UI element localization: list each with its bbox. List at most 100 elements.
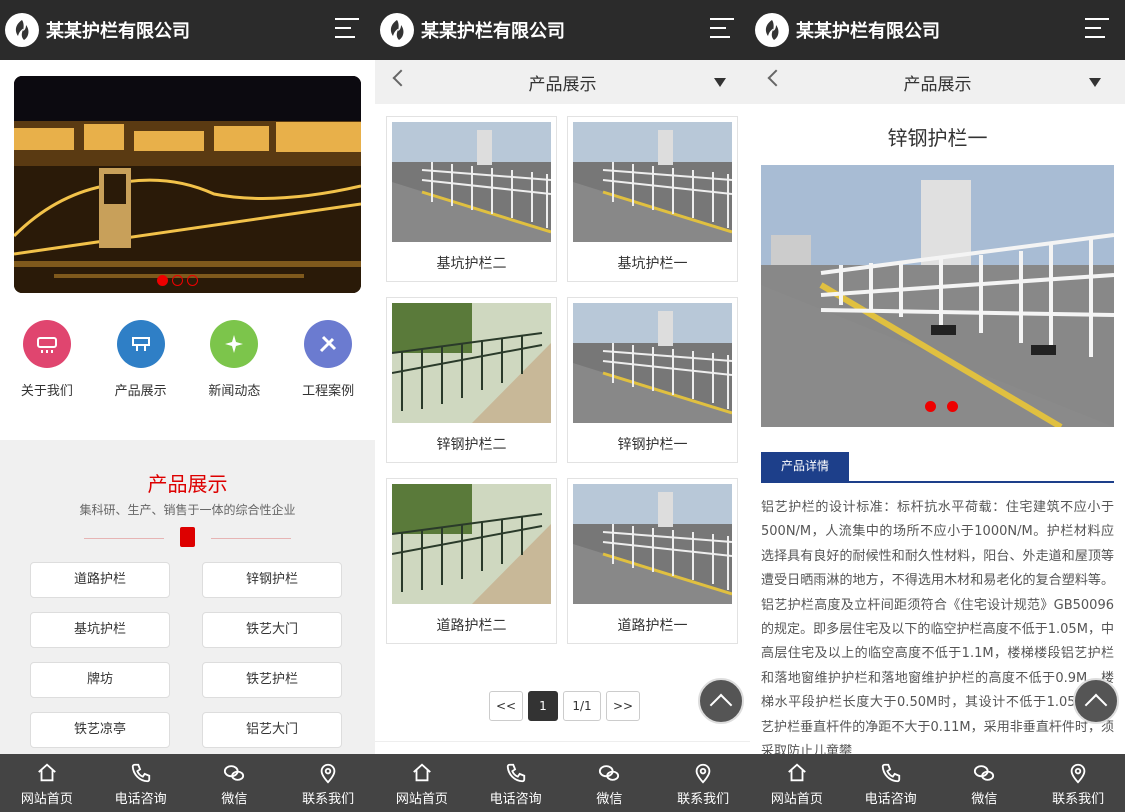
bottom-nav: 网站首页 电话咨询 微信 联系我们: [375, 754, 750, 812]
product-name[interactable]: 基坑护栏一: [568, 253, 737, 273]
hero-banner[interactable]: [14, 76, 361, 293]
back-to-top-button[interactable]: [698, 678, 744, 724]
quick-link-label: 关于我们: [20, 384, 73, 399]
menu-icon[interactable]: [335, 18, 359, 40]
nav-wechat[interactable]: 微信: [563, 754, 657, 812]
home-icon: [38, 763, 56, 782]
menu-icon[interactable]: [710, 18, 734, 40]
product-detail-screen: 某某护栏有限公司 产品展示 锌钢护栏一 产品详情 铝艺护栏的设计标准：标杆抗水平…: [750, 0, 1125, 812]
product-image[interactable]: [392, 484, 551, 604]
next-page-button[interactable]: >>: [606, 691, 640, 721]
category-button[interactable]: 铝艺大门: [202, 712, 342, 748]
quick-link-about[interactable]: 关于我们: [0, 320, 94, 399]
back-icon[interactable]: [392, 69, 410, 87]
logo-icon[interactable]: [755, 13, 789, 47]
bottom-nav: 网站首页 电话咨询 微信 联系我们: [750, 754, 1125, 812]
category-button[interactable]: 铁艺护栏: [202, 662, 342, 698]
product-gallery[interactable]: [761, 165, 1114, 427]
sub-header: 产品展示: [750, 60, 1125, 104]
site-header: 某某护栏有限公司: [0, 0, 375, 60]
product-card[interactable]: 锌钢护栏一: [567, 297, 738, 463]
quick-links: 关于我们 产品展示 新闻动态 工程案例: [0, 320, 375, 399]
nav-home[interactable]: 网站首页: [375, 754, 469, 812]
category-grid: 道路护栏 锌钢护栏 基坑护栏 铁艺大门 牌坊 铁艺护栏 铁艺凉亭 铝艺大门: [30, 562, 342, 748]
product-icon: [116, 320, 165, 368]
product-image[interactable]: [392, 122, 551, 242]
nav-label: 联系我们: [302, 792, 355, 807]
quick-link-products[interactable]: 产品展示: [94, 320, 188, 399]
nav-label: 微信: [221, 792, 248, 807]
nav-phone[interactable]: 电话咨询: [94, 754, 188, 812]
product-card[interactable]: 锌钢护栏二: [386, 297, 557, 463]
dropdown-icon[interactable]: [1089, 78, 1101, 87]
first-page-button[interactable]: <<: [489, 691, 523, 721]
gallery-dot[interactable]: [925, 401, 936, 412]
nav-wechat[interactable]: 微信: [938, 754, 1032, 812]
back-to-top-button[interactable]: [1073, 678, 1119, 724]
product-name[interactable]: 道路护栏一: [568, 615, 737, 635]
category-button[interactable]: 锌钢护栏: [202, 562, 342, 598]
page-count: 1/1: [563, 691, 601, 721]
location-icon: [1070, 763, 1086, 784]
banner-dot[interactable]: [157, 275, 168, 286]
product-image[interactable]: [392, 303, 551, 423]
menu-icon[interactable]: [1085, 18, 1109, 40]
product-title: 锌钢护栏一: [887, 126, 988, 150]
product-description: 铝艺护栏的设计标准：标杆抗水平荷载：住宅建筑不应小于500N/M，人流集中的场所…: [761, 500, 1114, 760]
product-name[interactable]: 锌钢护栏一: [568, 434, 737, 454]
product-card[interactable]: 基坑护栏一: [567, 116, 738, 282]
case-icon: [304, 320, 353, 368]
phone-icon: [131, 763, 150, 783]
nav-contact[interactable]: 联系我们: [281, 754, 375, 812]
nav-phone[interactable]: 电话咨询: [844, 754, 938, 812]
product-card[interactable]: 道路护栏一: [567, 478, 738, 644]
nav-home[interactable]: 网站首页: [0, 754, 94, 812]
site-header: 某某护栏有限公司: [750, 0, 1125, 60]
nav-phone[interactable]: 电话咨询: [469, 754, 563, 812]
current-page[interactable]: 1: [528, 691, 558, 721]
banner-dot[interactable]: [187, 275, 198, 286]
category-button[interactable]: 铁艺大门: [202, 612, 342, 648]
product-name[interactable]: 道路护栏二: [387, 615, 556, 635]
quick-link-cases[interactable]: 工程案例: [281, 320, 375, 399]
back-icon[interactable]: [767, 69, 785, 87]
dropdown-icon[interactable]: [714, 78, 726, 87]
quick-link-news[interactable]: 新闻动态: [188, 320, 282, 399]
wechat-icon: [974, 765, 995, 781]
nav-home[interactable]: 网站首页: [750, 754, 844, 812]
product-name[interactable]: 锌钢护栏二: [387, 434, 556, 454]
nav-label: 电话咨询: [489, 792, 542, 807]
detail-tab-bar: 产品详情: [761, 452, 1114, 483]
product-image[interactable]: [573, 122, 732, 242]
quick-link-label: 工程案例: [302, 384, 355, 399]
logo-icon[interactable]: [380, 13, 414, 47]
nav-label: 联系我们: [1052, 792, 1105, 807]
banner-dot[interactable]: [172, 275, 183, 286]
product-grid: 基坑护栏二 基坑护栏一 锌钢护栏二 锌钢护栏一 道路护栏二 道路护栏一: [386, 116, 738, 644]
logo-icon[interactable]: [5, 13, 39, 47]
product-section: 产品展示 集科研、生产、销售于一体的综合性企业 道路护栏 锌钢护栏 基坑护栏 铁…: [0, 440, 375, 754]
product-name[interactable]: 基坑护栏二: [387, 253, 556, 273]
product-image[interactable]: [573, 303, 732, 423]
nav-contact[interactable]: 联系我们: [1031, 754, 1125, 812]
product-image[interactable]: [573, 484, 732, 604]
category-button[interactable]: 基坑护栏: [30, 612, 170, 648]
phone-icon: [506, 763, 525, 783]
category-button[interactable]: 铁艺凉亭: [30, 712, 170, 748]
banner-dots[interactable]: [157, 275, 198, 286]
section-subtitle: 集科研、生产、销售于一体的综合性企业: [79, 503, 296, 517]
tab-product-detail[interactable]: 产品详情: [761, 452, 849, 481]
nav-wechat[interactable]: 微信: [188, 754, 282, 812]
product-card[interactable]: 道路护栏二: [386, 478, 557, 644]
gallery-dots[interactable]: [925, 401, 958, 412]
news-icon: [210, 320, 259, 368]
gallery-dot[interactable]: [947, 401, 958, 412]
category-button[interactable]: 道路护栏: [30, 562, 170, 598]
nav-contact[interactable]: 联系我们: [656, 754, 750, 812]
home-screen: 某某护栏有限公司 关于我们 产品展示 新闻动态 工程案例 产品展示 集科研、生产…: [0, 0, 375, 812]
product-card[interactable]: 基坑护栏二: [386, 116, 557, 282]
site-header: 某某护栏有限公司: [375, 0, 750, 60]
brand-name: 某某护栏有限公司: [796, 21, 940, 42]
category-button[interactable]: 牌坊: [30, 662, 170, 698]
bottom-nav: 网站首页 电话咨询 微信 联系我们: [0, 754, 375, 812]
